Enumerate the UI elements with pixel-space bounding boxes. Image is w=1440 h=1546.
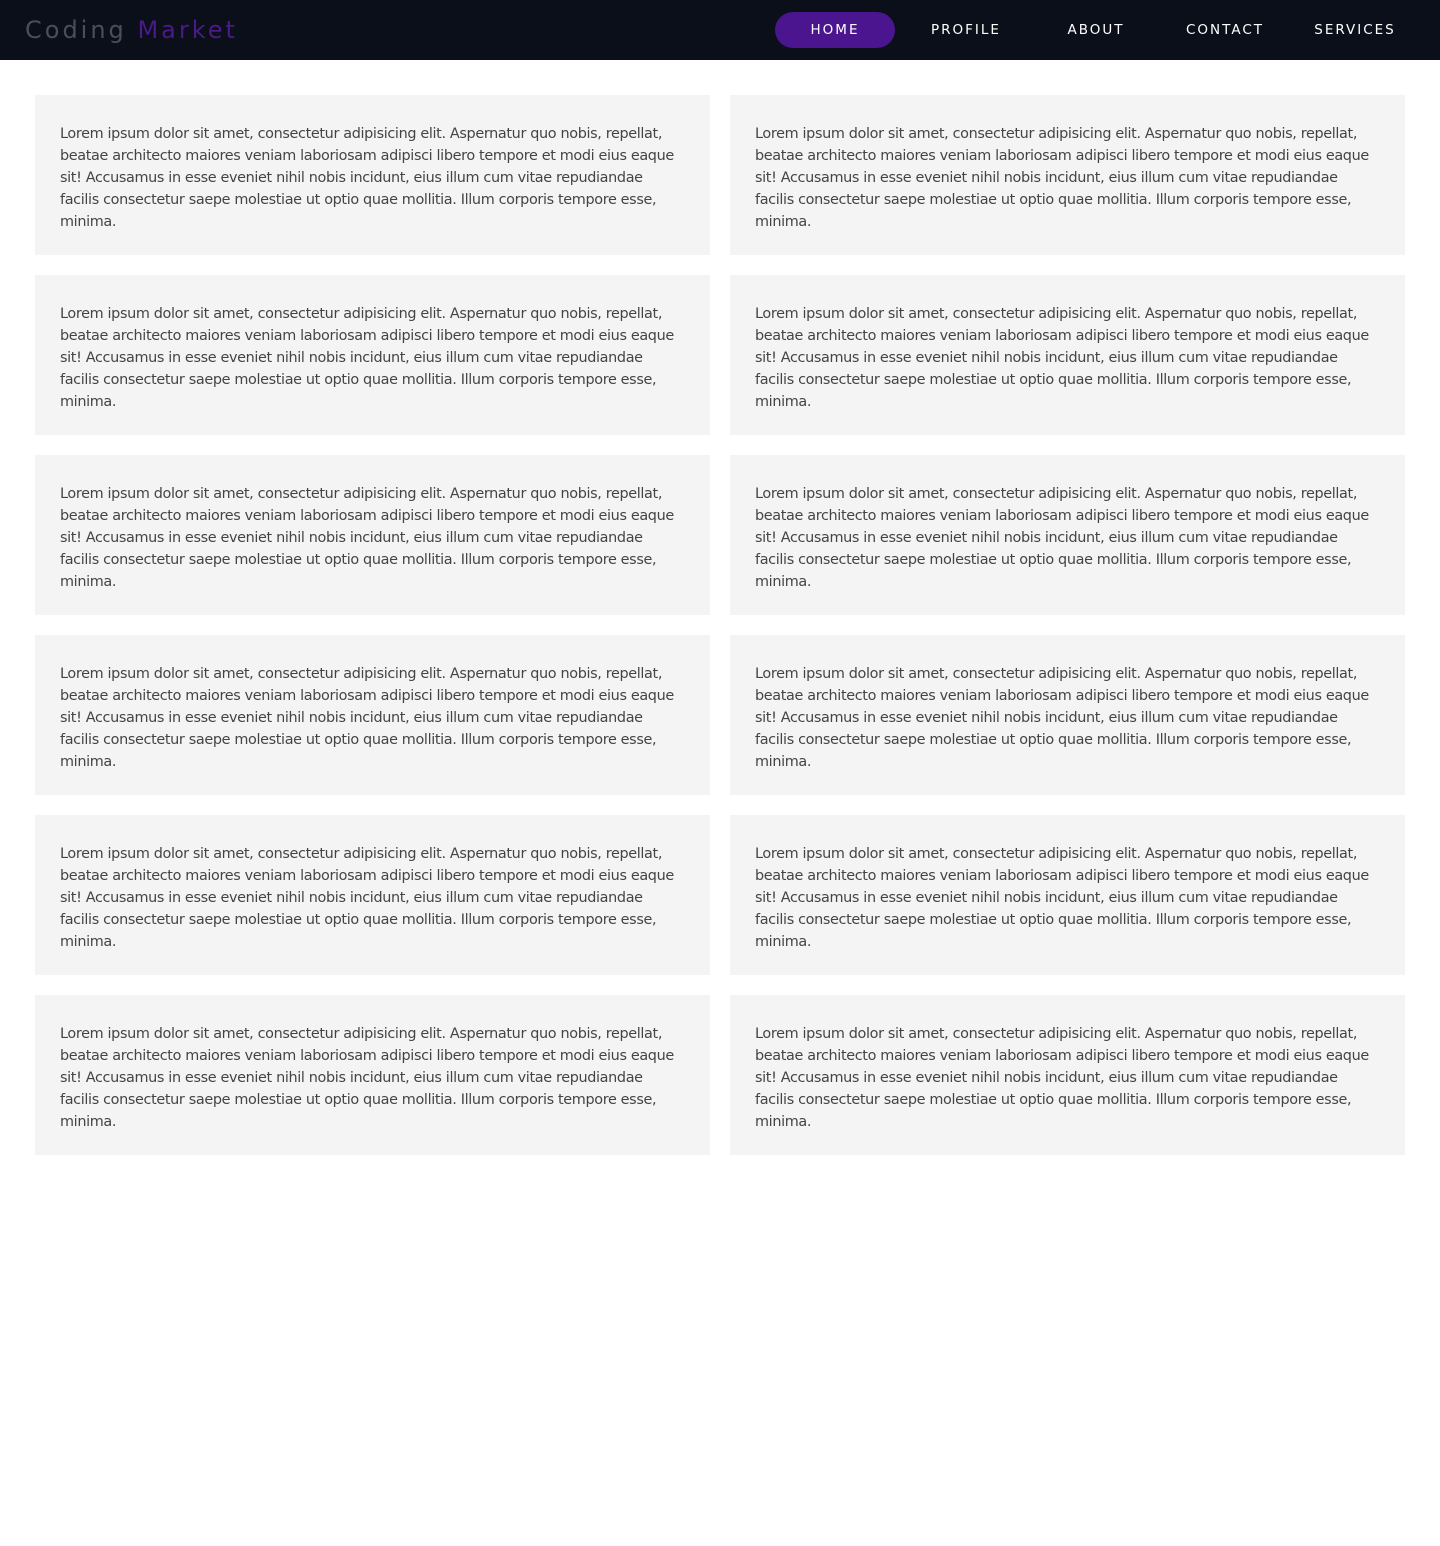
card-text: Lorem ipsum dolor sit amet, consectetur … xyxy=(60,126,674,230)
brand-part-coding: Coding xyxy=(25,16,127,44)
card-text: Lorem ipsum dolor sit amet, consectetur … xyxy=(755,846,1369,950)
nav-item-services[interactable]: SERVICES xyxy=(1295,12,1415,48)
brand-logo[interactable]: Coding Market xyxy=(25,13,238,47)
navbar: Coding Market HOME PROFILE ABOUT CONTACT… xyxy=(0,0,1440,60)
card-text: Lorem ipsum dolor sit amet, consectetur … xyxy=(60,1026,674,1130)
card-text: Lorem ipsum dolor sit amet, consectetur … xyxy=(755,666,1369,770)
content-card: Lorem ipsum dolor sit amet, consectetur … xyxy=(730,635,1405,795)
nav-item-about[interactable]: ABOUT xyxy=(1036,12,1156,48)
card-text: Lorem ipsum dolor sit amet, consectetur … xyxy=(755,126,1369,230)
card-text: Lorem ipsum dolor sit amet, consectetur … xyxy=(60,846,674,950)
content-card: Lorem ipsum dolor sit amet, consectetur … xyxy=(35,815,710,975)
nav-item-contact[interactable]: CONTACT xyxy=(1165,12,1285,48)
card-text: Lorem ipsum dolor sit amet, consectetur … xyxy=(60,486,674,590)
content-card: Lorem ipsum dolor sit amet, consectetur … xyxy=(730,275,1405,435)
card-text: Lorem ipsum dolor sit amet, consectetur … xyxy=(755,486,1369,590)
card-text: Lorem ipsum dolor sit amet, consectetur … xyxy=(60,666,674,770)
content-card: Lorem ipsum dolor sit amet, consectetur … xyxy=(35,995,710,1155)
nav-item-profile[interactable]: PROFILE xyxy=(906,12,1026,48)
content-card: Lorem ipsum dolor sit amet, consectetur … xyxy=(35,455,710,615)
content-card: Lorem ipsum dolor sit amet, consectetur … xyxy=(35,635,710,795)
card-text: Lorem ipsum dolor sit amet, consectetur … xyxy=(755,306,1369,410)
nav-item-home[interactable]: HOME xyxy=(775,12,895,48)
content-card: Lorem ipsum dolor sit amet, consectetur … xyxy=(730,455,1405,615)
content-card: Lorem ipsum dolor sit amet, consectetur … xyxy=(35,95,710,255)
card-text: Lorem ipsum dolor sit amet, consectetur … xyxy=(755,1026,1369,1130)
content-card: Lorem ipsum dolor sit amet, consectetur … xyxy=(730,995,1405,1155)
content-card: Lorem ipsum dolor sit amet, consectetur … xyxy=(730,815,1405,975)
brand-part-market: Market xyxy=(137,16,238,44)
content-card: Lorem ipsum dolor sit amet, consectetur … xyxy=(730,95,1405,255)
card-grid: Lorem ipsum dolor sit amet, consectetur … xyxy=(35,95,1405,1155)
content-card: Lorem ipsum dolor sit amet, consectetur … xyxy=(35,275,710,435)
card-text: Lorem ipsum dolor sit amet, consectetur … xyxy=(60,306,674,410)
